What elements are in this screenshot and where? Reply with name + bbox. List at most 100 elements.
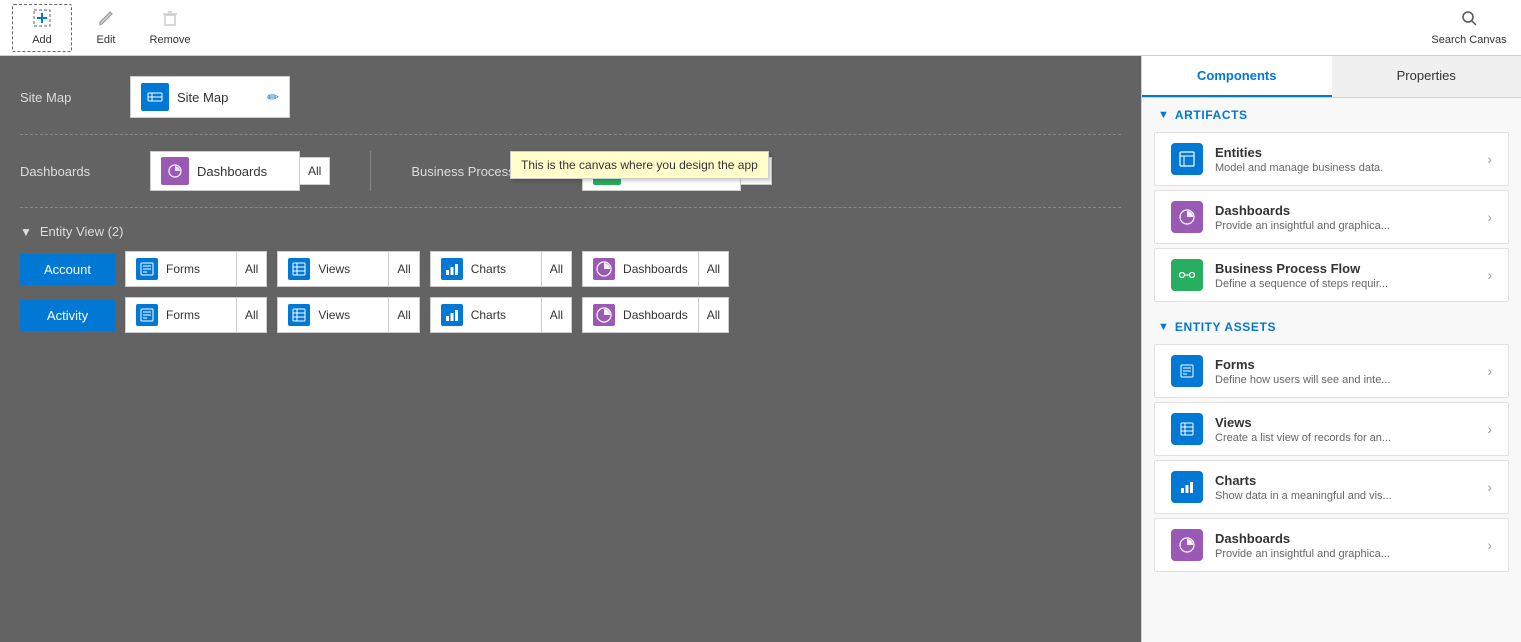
entity-asset-desc-1: Create a list view of records for an...	[1215, 432, 1475, 444]
artifact-desc-2: Define a sequence of steps requir...	[1215, 278, 1475, 290]
asset-group-1-1: Views All	[277, 297, 419, 333]
right-panel: Components Properties ▼ ARTIFACTS Entiti…	[1141, 56, 1521, 642]
asset-icon-1-3	[593, 304, 615, 326]
artifacts-section-title: ARTIFACTS	[1175, 108, 1248, 122]
tab-properties[interactable]: Properties	[1332, 56, 1521, 97]
artifact-item-1[interactable]: Dashboards Provide an insightful and gra…	[1154, 190, 1509, 244]
asset-group-1-0: Forms All	[125, 297, 267, 333]
entity-asset-name-1: Views	[1215, 415, 1475, 430]
entity-assets-expand-icon[interactable]: ▼	[1158, 321, 1169, 333]
asset-card-0-3[interactable]: Dashboards	[582, 251, 699, 287]
asset-group-0-0: Forms All	[125, 251, 267, 287]
entity-asset-info-0: Forms Define how users will see and inte…	[1215, 357, 1475, 386]
search-canvas-label: Search Canvas	[1431, 34, 1506, 46]
artifact-arrow-2: ›	[1487, 267, 1492, 283]
asset-label-0-0: Forms	[166, 262, 226, 276]
entity-asset-icon-2	[1171, 471, 1203, 503]
entity-asset-name-2: Charts	[1215, 473, 1475, 488]
panel-tabs: Components Properties	[1142, 56, 1521, 98]
asset-all-btn-0-1[interactable]: All	[389, 251, 419, 287]
asset-all-btn-0-2[interactable]: All	[542, 251, 572, 287]
asset-group-0-2: Charts All	[430, 251, 572, 287]
panel-content: ▼ ARTIFACTS Entities Model and manage bu…	[1142, 98, 1521, 642]
artifact-info-2: Business Process Flow Define a sequence …	[1215, 261, 1475, 290]
artifacts-expand-icon[interactable]: ▼	[1158, 109, 1169, 121]
asset-card-0-0[interactable]: Forms	[125, 251, 237, 287]
dashboards-card-label: Dashboards	[197, 164, 289, 179]
artifact-name-2: Business Process Flow	[1215, 261, 1475, 276]
entity-rows-container: Account Forms All	[20, 251, 1121, 333]
asset-card-1-3[interactable]: Dashboards	[582, 297, 699, 333]
asset-icon-1-0	[136, 304, 158, 326]
asset-all-btn-1-0[interactable]: All	[237, 297, 267, 333]
entity-asset-desc-2: Show data in a meaningful and vis...	[1215, 490, 1475, 502]
expand-icon[interactable]: ▼	[20, 225, 32, 239]
site-map-card-label: Site Map	[177, 90, 259, 105]
dashboards-group: Dashboards All	[150, 151, 330, 191]
asset-card-0-2[interactable]: Charts	[430, 251, 542, 287]
asset-card-1-1[interactable]: Views	[277, 297, 389, 333]
search-canvas-button[interactable]: Search Canvas	[1429, 4, 1509, 52]
edit-button[interactable]: Edit	[76, 4, 136, 52]
artifact-arrow-1: ›	[1487, 209, 1492, 225]
main-layout: Site Map Site Map ✏ Dashboards	[0, 56, 1521, 642]
search-icon	[1460, 9, 1478, 32]
remove-icon	[161, 9, 179, 32]
site-map-card[interactable]: Site Map ✏	[130, 76, 290, 118]
entity-assets-section-title: ENTITY ASSETS	[1175, 320, 1276, 334]
asset-all-btn-0-0[interactable]: All	[237, 251, 267, 287]
edit-label: Edit	[97, 34, 116, 46]
entity-asset-icon-0	[1171, 355, 1203, 387]
asset-label-1-3: Dashboards	[623, 308, 688, 322]
asset-card-1-2[interactable]: Charts	[430, 297, 542, 333]
asset-icon-0-2	[441, 258, 463, 280]
artifact-item-0[interactable]: Entities Model and manage business data.…	[1154, 132, 1509, 186]
entity-btn-1[interactable]: Activity	[20, 300, 115, 331]
entity-asset-arrow-2: ›	[1487, 479, 1492, 495]
artifact-info-0: Entities Model and manage business data.	[1215, 145, 1475, 174]
entity-asset-item-0[interactable]: Forms Define how users will see and inte…	[1154, 344, 1509, 398]
pencil-icon[interactable]: ✏	[267, 89, 279, 106]
entity-row-0: Account Forms All	[20, 251, 1121, 287]
entity-view-header: ▼ Entity View (2)	[20, 224, 1121, 239]
remove-button[interactable]: Remove	[140, 4, 200, 52]
asset-label-1-0: Forms	[166, 308, 226, 322]
asset-icon-1-1	[288, 304, 310, 326]
site-map-icon	[141, 83, 169, 111]
asset-all-btn-0-3[interactable]: All	[699, 251, 729, 287]
entity-view-title: Entity View (2)	[40, 224, 124, 239]
asset-icon-0-3	[593, 258, 615, 280]
asset-all-btn-1-3[interactable]: All	[699, 297, 729, 333]
entity-asset-arrow-1: ›	[1487, 421, 1492, 437]
artifact-name-1: Dashboards	[1215, 203, 1475, 218]
dashboards-all-btn[interactable]: All	[300, 157, 330, 185]
entity-asset-item-2[interactable]: Charts Show data in a meaningful and vis…	[1154, 460, 1509, 514]
tab-components[interactable]: Components	[1142, 56, 1332, 97]
canvas-scroll[interactable]: Site Map Site Map ✏ Dashboards	[0, 56, 1141, 642]
entity-asset-info-1: Views Create a list view of records for …	[1215, 415, 1475, 444]
entity-row-1: Activity Forms All	[20, 297, 1121, 333]
artifact-item-2[interactable]: Business Process Flow Define a sequence …	[1154, 248, 1509, 302]
artifact-info-1: Dashboards Provide an insightful and gra…	[1215, 203, 1475, 232]
asset-card-1-0[interactable]: Forms	[125, 297, 237, 333]
asset-card-0-1[interactable]: Views	[277, 251, 389, 287]
entity-asset-item-1[interactable]: Views Create a list view of records for …	[1154, 402, 1509, 456]
entity-btn-0[interactable]: Account	[20, 254, 115, 285]
dashboards-card[interactable]: Dashboards	[150, 151, 300, 191]
canvas-tooltip: This is the canvas where you design the …	[510, 151, 769, 179]
entity-assets-container: Forms Define how users will see and inte…	[1142, 344, 1521, 572]
asset-group-1-3: Dashboards All	[582, 297, 729, 333]
artifacts-section-header: ▼ ARTIFACTS	[1142, 98, 1521, 128]
remove-label: Remove	[150, 34, 191, 46]
asset-label-1-1: Views	[318, 308, 378, 322]
add-label: Add	[32, 34, 52, 46]
entity-asset-info-3: Dashboards Provide an insightful and gra…	[1215, 531, 1475, 560]
dashboards-row-label: Dashboards	[20, 164, 130, 179]
asset-all-btn-1-2[interactable]: All	[542, 297, 572, 333]
asset-all-btn-1-1[interactable]: All	[389, 297, 419, 333]
add-icon	[33, 9, 51, 32]
entity-asset-item-3[interactable]: Dashboards Provide an insightful and gra…	[1154, 518, 1509, 572]
add-button[interactable]: Add	[12, 4, 72, 52]
entity-asset-arrow-3: ›	[1487, 537, 1492, 553]
asset-group-1-2: Charts All	[430, 297, 572, 333]
